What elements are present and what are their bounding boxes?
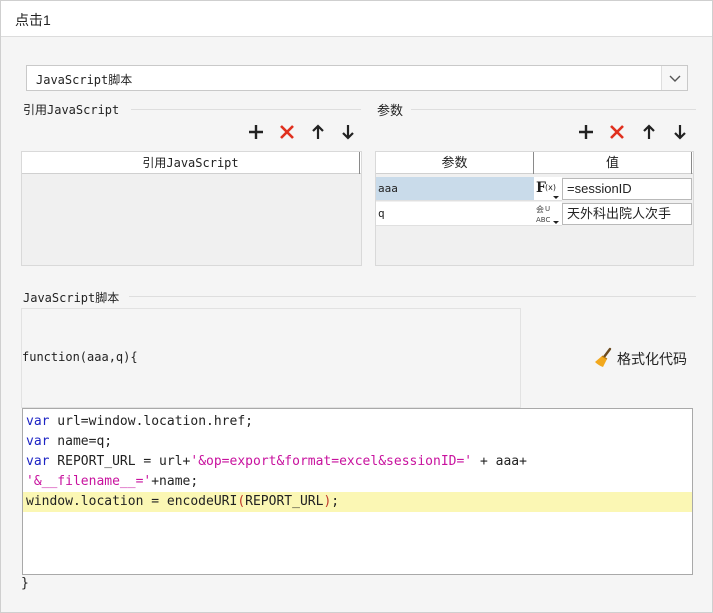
script-type-value: JavaScript脚本 xyxy=(36,73,133,87)
delete-ref-js-icon[interactable] xyxy=(278,123,296,141)
function-signature-box: function(aaa,q){ xyxy=(21,308,521,408)
title-bar: 点击1 xyxy=(1,1,712,37)
ref-js-section-label: 引用JavaScript xyxy=(23,103,120,117)
param-name-cell[interactable]: aaa xyxy=(376,177,534,201)
chevron-down-icon xyxy=(669,75,681,82)
code-token: REPORT_URL xyxy=(245,494,324,509)
code-token: REPORT_URL = url+ xyxy=(49,454,191,469)
code-line[interactable]: '&__filename__='+name; xyxy=(23,472,692,492)
ref-js-table[interactable]: 引用JavaScript xyxy=(21,151,362,266)
param-type-toggle[interactable]: 会 U ABC xyxy=(534,202,562,226)
code-line[interactable]: var name=q; xyxy=(23,432,692,452)
code-token: '&op=export&format=excel&sessionID=' xyxy=(190,454,473,469)
script-divider xyxy=(129,296,696,297)
code-token: ( xyxy=(237,494,246,509)
move-up-param-icon[interactable] xyxy=(640,123,658,141)
dropdown-button[interactable] xyxy=(661,66,687,90)
function-closing-brace: } xyxy=(21,576,29,591)
code-token: window.location = encodeURI xyxy=(26,494,238,509)
param-value-cell[interactable]: =sessionID xyxy=(562,178,692,200)
ref-js-table-header: 引用JavaScript xyxy=(22,152,361,174)
code-line[interactable]: var REPORT_URL = url+'&op=export&format=… xyxy=(23,452,692,472)
dialog-window: 点击1 JavaScript脚本 引用JavaScript 引用JavaScri… xyxy=(0,0,713,613)
ref-js-divider xyxy=(131,109,361,110)
code-token: url=window.location.href; xyxy=(49,414,253,429)
svg-text:(x): (x) xyxy=(545,183,556,192)
move-down-ref-js-icon[interactable] xyxy=(339,123,357,141)
code-token: + aaa+ xyxy=(472,454,527,469)
delete-param-icon[interactable] xyxy=(608,123,626,141)
param-type-toggle[interactable]: F (x) xyxy=(534,177,562,201)
event-panel: JavaScript脚本 引用JavaScript 引用JavaScript 参… xyxy=(1,37,712,612)
move-down-param-icon[interactable] xyxy=(671,123,689,141)
param-name-column-header[interactable]: 参数 xyxy=(376,152,534,174)
ref-js-column-header[interactable]: 引用JavaScript xyxy=(22,152,360,174)
code-token: var xyxy=(26,414,50,429)
params-table-header: 参数 值 xyxy=(376,152,693,174)
format-code-label: 格式化代码 xyxy=(617,351,687,367)
broom-icon xyxy=(595,347,612,367)
script-type-select[interactable]: JavaScript脚本 xyxy=(26,65,688,91)
script-section-label: JavaScript脚本 xyxy=(23,291,120,305)
param-name-cell[interactable]: q xyxy=(376,202,534,226)
text-type-icon: 会 U ABC xyxy=(536,204,559,224)
window-title: 点击1 xyxy=(15,12,51,28)
params-divider xyxy=(411,109,696,110)
code-token: var xyxy=(26,434,50,449)
function-signature: function(aaa,q){ xyxy=(22,350,138,364)
code-token: name=q; xyxy=(49,434,113,449)
code-editor[interactable]: var url=window.location.href; var name=q;… xyxy=(22,408,693,575)
move-up-ref-js-icon[interactable] xyxy=(309,123,327,141)
code-line[interactable]: window.location = encodeURI(REPORT_URL); xyxy=(23,492,692,512)
add-ref-js-icon[interactable] xyxy=(247,123,265,141)
add-param-icon[interactable] xyxy=(577,123,595,141)
svg-text:会: 会 xyxy=(536,204,544,214)
code-line[interactable]: var url=window.location.href; xyxy=(23,412,692,432)
param-value-cell[interactable]: 天外科出院人次手 xyxy=(562,203,692,225)
params-section-label: 参数 xyxy=(377,103,404,118)
svg-text:U: U xyxy=(545,205,550,213)
params-table[interactable]: 参数 值 aaa F (x) =sessionID q 会 U ABC 天外科出… xyxy=(375,151,694,266)
code-token: var xyxy=(26,454,50,469)
code-token: ; xyxy=(331,494,340,509)
param-value-column-header[interactable]: 值 xyxy=(534,152,692,174)
param-row[interactable]: q 会 U ABC 天外科出院人次手 xyxy=(376,202,693,226)
code-token: +name; xyxy=(151,474,199,489)
code-token: '&__filename__=' xyxy=(26,474,152,489)
svg-text:ABC: ABC xyxy=(536,216,550,224)
param-row[interactable]: aaa F (x) =sessionID xyxy=(376,177,693,201)
formula-icon: F (x) xyxy=(536,180,559,199)
